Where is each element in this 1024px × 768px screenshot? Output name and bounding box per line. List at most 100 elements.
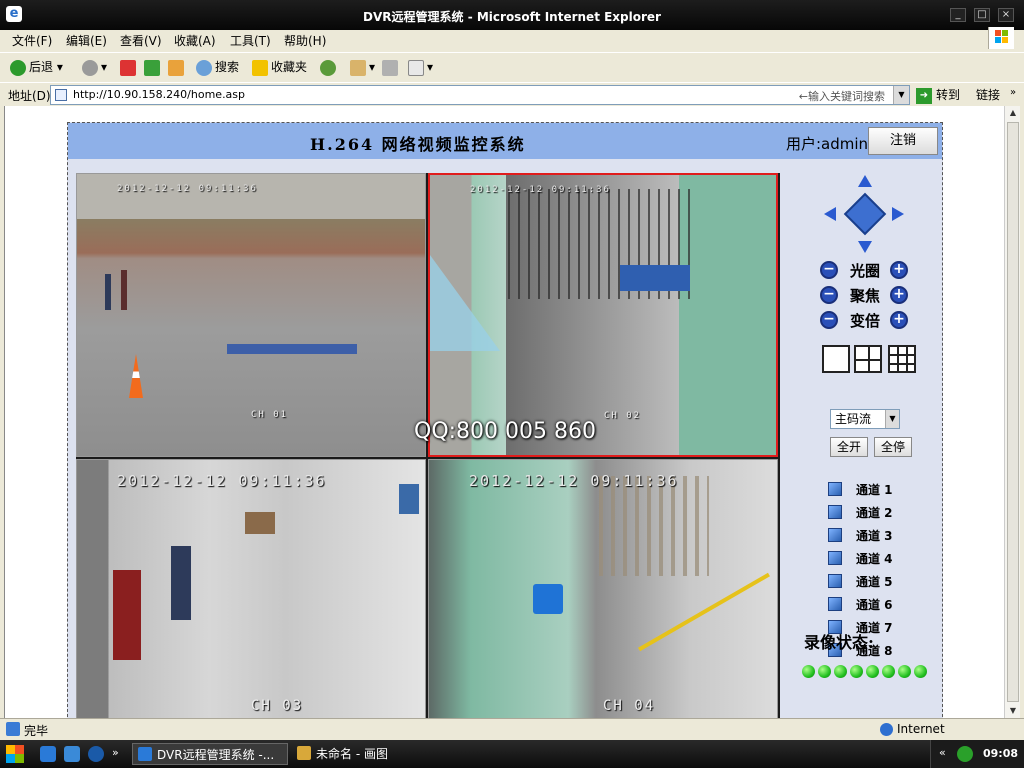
address-bar: 地址(D) http://10.90.158.240/home.asp ←输入关…: [0, 82, 1024, 106]
edit-button[interactable]: ▾: [408, 58, 433, 76]
network-icon[interactable]: [957, 746, 973, 762]
person-figure: [113, 570, 141, 660]
camera-view-3[interactable]: 2012-12-12 09:11:36 CH 03: [76, 459, 426, 718]
focus-plus-button[interactable]: +: [890, 286, 908, 304]
media-quicklaunch-icon[interactable]: [88, 746, 104, 762]
iris-plus-button[interactable]: +: [890, 261, 908, 279]
iris-control: − 光圈 +: [820, 259, 910, 281]
quicklaunch-chevron-icon[interactable]: »: [112, 746, 119, 759]
person-figure: [121, 270, 127, 310]
camera-view-2[interactable]: 2012-12-12 09:11:36 CH 02: [428, 173, 778, 457]
scroll-thumb[interactable]: [1007, 122, 1019, 702]
zoom-plus-button[interactable]: +: [890, 311, 908, 329]
menu-view[interactable]: 查看(V): [118, 32, 164, 49]
person-figure: [105, 274, 111, 310]
stop-button[interactable]: [120, 58, 139, 76]
links-chevron-icon[interactable]: »: [1010, 87, 1016, 98]
page-icon: [55, 89, 67, 101]
start-button[interactable]: [6, 745, 24, 763]
address-label: 地址(D): [8, 89, 51, 103]
go-label: 转到: [936, 88, 961, 102]
camera-icon: [828, 528, 842, 542]
iris-label: 光圈: [849, 262, 880, 280]
ptz-left-arrow[interactable]: [824, 207, 836, 221]
iris-minus-button[interactable]: −: [820, 261, 838, 279]
channel-item[interactable]: 通道 4: [828, 548, 938, 568]
ptz-up-arrow[interactable]: [858, 175, 872, 187]
stop-icon: [120, 59, 136, 76]
control-panel: − 光圈 + − 聚焦 + − 变倍 + 主码流 ▼ 全开 全停 通道 1 通道…: [784, 173, 940, 718]
taskbar-item-ie[interactable]: DVR远程管理系统 -...: [132, 743, 288, 765]
menu-bar: 文件(F) 编辑(E) 查看(V) 收藏(A) 工具(T) 帮助(H): [0, 27, 1024, 50]
stop-all-button[interactable]: 全停: [874, 437, 912, 457]
channel-item[interactable]: 通道 6: [828, 594, 938, 614]
channel-label: 通道 6: [856, 598, 893, 612]
browser-window: e DVR远程管理系统 - Microsoft Internet Explore…: [0, 0, 1024, 740]
layout-9-button[interactable]: [888, 345, 916, 373]
zoom-minus-button[interactable]: −: [820, 311, 838, 329]
menu-file[interactable]: 文件(F): [10, 32, 54, 49]
channel-item[interactable]: 通道 1: [828, 479, 938, 499]
forward-button[interactable]: ▾: [82, 58, 107, 76]
home-button[interactable]: [168, 58, 187, 76]
search-button[interactable]: 搜索: [196, 58, 239, 76]
ie-quicklaunch-icon[interactable]: [40, 746, 56, 762]
layout-4-button[interactable]: [854, 345, 882, 373]
address-dropdown-button[interactable]: ▼: [893, 86, 909, 104]
camera-view-1[interactable]: 2012-12-12 09:11:36 CH 01: [76, 173, 426, 457]
home-icon: [168, 59, 184, 76]
record-led: [914, 665, 927, 678]
security-zone: Internet: [880, 722, 945, 736]
camera-icon: [828, 482, 842, 496]
stream-selected: 主码流: [835, 412, 872, 426]
layout-1-button[interactable]: [822, 345, 850, 373]
title-bar: e DVR远程管理系统 - Microsoft Internet Explore…: [0, 0, 1024, 30]
favorites-button[interactable]: 收藏夹: [252, 58, 307, 76]
ptz-right-arrow[interactable]: [892, 207, 904, 221]
camera-view-4[interactable]: 2012-12-12 09:11:36 CH 04: [428, 459, 778, 718]
taskbar-item-paint[interactable]: 未命名 - 画图: [292, 743, 448, 765]
menu-edit[interactable]: 编辑(E): [64, 32, 109, 49]
explorer-quicklaunch-icon[interactable]: [64, 746, 80, 762]
dvr-frame: H.264 网络视频监控系统 用户:admin 注销 2012-12-12 09…: [67, 122, 943, 718]
mail-button[interactable]: ▾: [350, 58, 375, 76]
maximize-button[interactable]: □: [974, 8, 990, 22]
channel-item[interactable]: 通道 5: [828, 571, 938, 591]
camera-icon: [828, 574, 842, 588]
stream-select[interactable]: 主码流 ▼: [830, 409, 900, 429]
history-button[interactable]: [320, 58, 339, 76]
minimize-button[interactable]: _: [950, 8, 966, 22]
focus-control: − 聚焦 +: [820, 284, 910, 306]
open-all-button[interactable]: 全开: [830, 437, 868, 457]
menu-favorites[interactable]: 收藏(A): [172, 32, 218, 49]
scroll-up-icon[interactable]: ▲: [1007, 106, 1019, 120]
refresh-button[interactable]: [144, 58, 163, 76]
taskbar-item-label: 未命名 - 画图: [316, 747, 388, 761]
record-led: [882, 665, 895, 678]
menu-tools[interactable]: 工具(T): [228, 32, 273, 49]
print-button[interactable]: [382, 58, 401, 76]
standard-toolbar: 后退 ▾ ▾ 搜索 收藏夹 ▾ ▾: [0, 52, 1024, 80]
channel-item[interactable]: 通道 3: [828, 525, 938, 545]
back-button[interactable]: 后退 ▾: [10, 58, 63, 76]
logout-button[interactable]: 注销: [868, 127, 938, 155]
tray-chevron-icon[interactable]: «: [939, 746, 946, 759]
focus-minus-button[interactable]: −: [820, 286, 838, 304]
back-label: 后退: [29, 60, 54, 74]
ptz-center-button[interactable]: [843, 192, 887, 236]
close-button[interactable]: ×: [998, 8, 1014, 22]
status-bar: 完毕 Internet: [0, 718, 1024, 740]
ptz-down-arrow[interactable]: [858, 241, 872, 253]
person-figure: [171, 546, 191, 620]
links-button[interactable]: 链接: [976, 86, 1000, 103]
address-input[interactable]: http://10.90.158.240/home.asp ←输入关键词搜索 ▼: [50, 85, 910, 105]
zoom-label: 变倍: [849, 312, 880, 330]
vertical-scrollbar[interactable]: ▲ ▼: [1004, 106, 1020, 718]
scroll-down-icon[interactable]: ▼: [1007, 704, 1019, 718]
channel-item[interactable]: 通道 2: [828, 502, 938, 522]
taskbar-item-label: DVR远程管理系统 -...: [157, 748, 275, 762]
go-button[interactable]: ➜ 转到: [916, 86, 960, 104]
stream-dropdown-icon[interactable]: ▼: [885, 410, 899, 428]
menu-help[interactable]: 帮助(H): [282, 32, 328, 49]
printer-icon: [382, 59, 398, 76]
